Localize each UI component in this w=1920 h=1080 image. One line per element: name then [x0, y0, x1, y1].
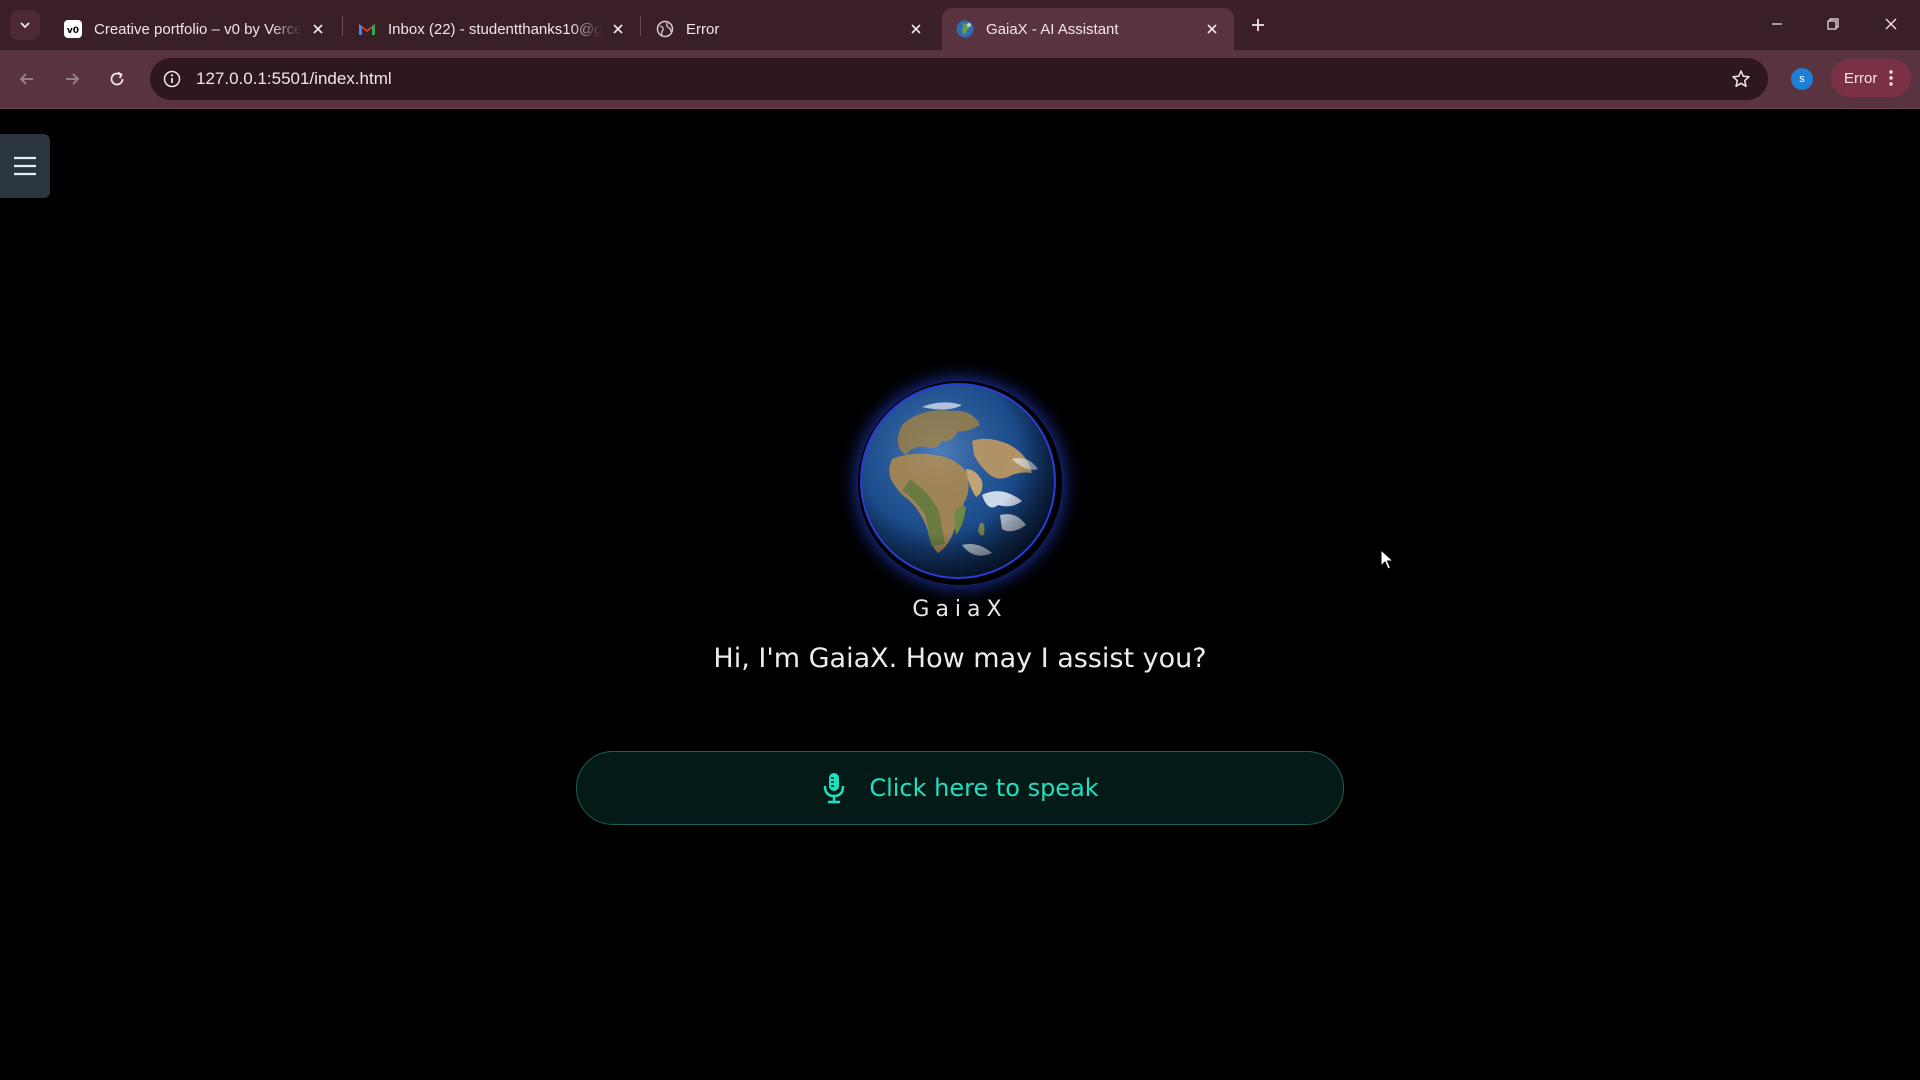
reload-icon — [110, 71, 124, 86]
forward-button[interactable] — [56, 63, 88, 95]
brand-name: GaiaX — [912, 597, 1008, 622]
tab-title: GaiaX - AI Assistant — [986, 20, 1119, 38]
tab-separator — [640, 16, 641, 36]
globe-icon — [656, 20, 674, 38]
greeting-text: Hi, I'm GaiaX. How may I assist you? — [713, 643, 1207, 674]
reload-button[interactable] — [101, 63, 133, 95]
tab-title: Error — [686, 20, 720, 38]
hamburger-icon — [14, 156, 36, 176]
earth-globe-image — [860, 383, 1056, 579]
svg-text:v0: v0 — [67, 26, 79, 36]
arrow-right-icon — [66, 73, 80, 85]
earth-favicon — [956, 20, 974, 38]
close-window-button[interactable] — [1868, 8, 1914, 40]
v0-icon: v0 — [64, 20, 82, 38]
arrow-left-icon — [19, 73, 33, 85]
microphone-icon — [821, 771, 847, 805]
tab-creative-portfolio[interactable]: v0 Creative portfolio – v0 by Vercel — [50, 8, 340, 50]
tab-error[interactable]: Error — [642, 8, 938, 50]
close-icon[interactable] — [308, 19, 328, 39]
minimize-icon — [1772, 23, 1782, 25]
error-chip[interactable]: Error — [1831, 59, 1911, 97]
speak-button-label: Click here to speak — [869, 774, 1099, 802]
gmail-icon — [358, 20, 376, 38]
close-icon[interactable] — [906, 19, 926, 39]
site-info-icon[interactable] — [162, 69, 182, 89]
tab-gaiax[interactable]: GaiaX - AI Assistant — [942, 8, 1234, 50]
profile-avatar[interactable]: s — [1791, 68, 1813, 90]
tab-search-button[interactable] — [10, 10, 40, 40]
menu-button[interactable] — [0, 134, 50, 198]
browser-toolbar: 127.0.0.1:5501/index.html s Error — [0, 50, 1920, 109]
tab-title: Creative portfolio – v0 by Vercel — [94, 20, 302, 38]
tab-inbox[interactable]: Inbox (22) - studentthanks10@gmail.com — [344, 8, 640, 50]
close-icon[interactable] — [608, 19, 628, 39]
back-button[interactable] — [11, 63, 43, 95]
error-chip-label: Error — [1844, 69, 1878, 87]
plus-icon — [1252, 19, 1264, 31]
restore-icon — [1827, 18, 1839, 30]
restore-button[interactable] — [1810, 8, 1856, 40]
speak-button[interactable]: Click here to speak — [576, 751, 1344, 825]
new-tab-button[interactable] — [1245, 12, 1271, 38]
tab-strip: v0 Creative portfolio – v0 by Vercel Inb… — [0, 0, 1920, 50]
close-icon — [1885, 18, 1897, 30]
earth-globe — [858, 381, 1062, 585]
mouse-cursor-icon — [1380, 549, 1394, 570]
close-icon[interactable] — [1202, 19, 1222, 39]
more-vert-icon[interactable] — [1885, 67, 1897, 89]
url-text[interactable]: 127.0.0.1:5501/index.html — [196, 69, 392, 89]
tab-title: Inbox (22) - studentthanks10@gmail.com — [388, 20, 602, 38]
chevron-down-icon — [20, 22, 30, 29]
tab-separator — [342, 16, 343, 36]
minimize-button[interactable] — [1754, 8, 1800, 40]
address-bar[interactable]: 127.0.0.1:5501/index.html — [150, 58, 1768, 100]
bookmark-star-icon[interactable] — [1730, 68, 1752, 90]
page-content: GaiaX Hi, I'm GaiaX. How may I assist yo… — [0, 109, 1920, 1080]
